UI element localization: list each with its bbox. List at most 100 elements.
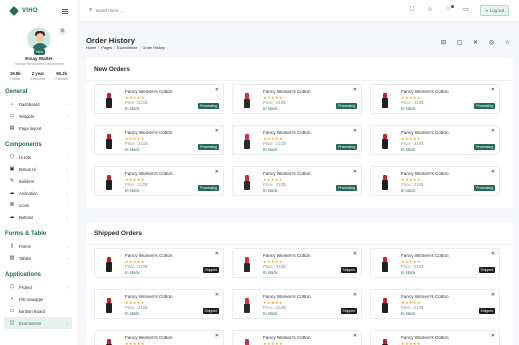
product-image[interactable] xyxy=(381,93,389,108)
order-card[interactable]: Fancy Women's Cotton★★★★★Price : 210$In … xyxy=(232,248,362,278)
star-icon[interactable]: ☆ xyxy=(426,6,435,15)
product-image[interactable] xyxy=(243,298,251,313)
product-image[interactable] xyxy=(105,339,113,345)
product-image[interactable] xyxy=(243,339,251,345)
brand[interactable]: VIHO xyxy=(0,0,78,22)
product-name[interactable]: Fancy Women's Cotton xyxy=(125,335,173,340)
order-card[interactable]: Fancy Women's Cotton★★★★★Price : 210$In … xyxy=(94,330,224,345)
product-image[interactable] xyxy=(381,339,389,345)
sidebar-item-ecommerce[interactable]: ◫ Ecommerce › xyxy=(4,317,72,329)
order-card[interactable]: Fancy Women's Cotton★★★★★Price : 210$In … xyxy=(370,84,500,114)
avatar[interactable] xyxy=(27,27,51,51)
inbox-icon[interactable]: ⊟ xyxy=(440,40,447,47)
close-icon[interactable]: ✕ xyxy=(353,292,357,298)
product-name[interactable]: Fancy Women's Cotton xyxy=(401,171,449,176)
sidebar-item-animation[interactable]: ☁ Animation › xyxy=(0,187,78,199)
sidebar-item-buttons[interactable]: ☁ Buttons › xyxy=(0,211,78,223)
sidebar-scrollbar[interactable] xyxy=(78,270,79,330)
sidebar-item-widgets[interactable]: ▭ Widgets › xyxy=(0,110,78,122)
product-name[interactable]: Fancy Women's Cotton xyxy=(125,89,173,94)
sidebar-item-kanban-board[interactable]: ▭ kanban Board xyxy=(0,305,78,317)
close-icon[interactable]: ✕ xyxy=(491,292,495,298)
close-icon[interactable]: ✕ xyxy=(491,169,495,175)
product-name[interactable]: Fancy Women's Cotton xyxy=(125,171,173,176)
breadcrumb-ecommerce[interactable]: Ecommerce xyxy=(117,46,137,50)
close-icon[interactable]: ✕ xyxy=(215,169,219,175)
message-icon[interactable]: ▭ xyxy=(462,6,471,15)
bell-icon[interactable]: ♢ xyxy=(444,5,454,15)
order-card[interactable]: Fancy Women's Cotton★★★★★Price : 210$In … xyxy=(232,289,362,319)
product-name[interactable]: Fancy Women's Cotton xyxy=(401,335,449,340)
sidebar-item-dashboard[interactable]: ⌂ Dashboard › xyxy=(0,98,78,110)
product-image[interactable] xyxy=(243,175,251,190)
order-card[interactable]: Fancy Women's Cotton★★★★★Price : 210$In … xyxy=(94,248,224,278)
sidebar-item-forms[interactable]: ▯ Forms › xyxy=(0,240,78,252)
product-name[interactable]: Fancy Women's Cotton xyxy=(263,294,311,299)
order-card[interactable]: Fancy Women's Cotton★★★★★Price : 210$In … xyxy=(94,125,224,155)
sidebar-item-bonus-ui[interactable]: ▣ Bonus Ui › xyxy=(0,163,78,175)
product-name[interactable]: Fancy Women's Cotton xyxy=(125,294,173,299)
close-icon[interactable]: ✕ xyxy=(491,128,495,134)
product-name[interactable]: Fancy Women's Cotton xyxy=(263,171,311,176)
product-image[interactable] xyxy=(381,257,389,272)
product-name[interactable]: Fancy Women's Cotton xyxy=(263,335,311,340)
close-icon[interactable]: ✕ xyxy=(215,87,219,93)
close-icon[interactable]: ✕ xyxy=(491,333,495,339)
product-name[interactable]: Fancy Women's Cotton xyxy=(401,294,449,299)
product-name[interactable]: Fancy Women's Cotton xyxy=(401,130,449,135)
product-name[interactable]: Fancy Women's Cotton xyxy=(263,130,311,135)
order-card[interactable]: Fancy Women's Cotton★★★★★Price : 210$In … xyxy=(232,84,362,114)
order-card[interactable]: Fancy Women's Cotton★★★★★Price : 210$In … xyxy=(232,166,362,196)
sidebar-item-project[interactable]: ⬡ Project › xyxy=(0,281,78,293)
order-card[interactable]: Fancy Women's Cotton★★★★★Price : 210$In … xyxy=(370,166,500,196)
product-name[interactable]: Fancy Women's Cotton xyxy=(401,253,449,258)
sidebar-item-file-manager[interactable]: ⑂ File manager xyxy=(0,293,78,305)
order-card[interactable]: Fancy Women's Cotton★★★★★Price : 210$In … xyxy=(370,248,500,278)
sidebar-item-icons[interactable]: ⌘ Icons › xyxy=(0,199,78,211)
fullscreen-icon[interactable]: ⛶ xyxy=(408,6,417,15)
product-name[interactable]: Fancy Women's Cotton xyxy=(401,89,449,94)
order-card[interactable]: Fancy Women's Cotton★★★★★Price : 210$In … xyxy=(232,330,362,345)
search-icon[interactable]: ⌕ xyxy=(89,7,92,14)
breadcrumb-pages[interactable]: Pages xyxy=(101,46,112,50)
close-icon[interactable]: ✕ xyxy=(215,292,219,298)
shuffle-icon[interactable]: ✕ xyxy=(472,40,479,47)
logout-button[interactable]: ⇥ Log out xyxy=(479,5,509,16)
product-image[interactable] xyxy=(381,298,389,313)
breadcrumb-home[interactable]: Home xyxy=(86,46,96,50)
product-image[interactable] xyxy=(105,93,113,108)
product-name[interactable]: Fancy Women's Cotton xyxy=(125,130,173,135)
profile-name[interactable]: Emay Walter xyxy=(0,56,78,61)
close-icon[interactable]: ✕ xyxy=(491,251,495,257)
bookmark-star-icon[interactable]: ☆ xyxy=(504,40,511,47)
instagram-icon[interactable]: ◎ xyxy=(488,40,495,47)
order-card[interactable]: Fancy Women's Cotton★★★★★Price : 210$In … xyxy=(94,289,224,319)
product-image[interactable] xyxy=(105,298,113,313)
product-image[interactable] xyxy=(243,93,251,108)
product-image[interactable] xyxy=(243,134,251,149)
sidebar-item-page-layout[interactable]: ▤ Page layout › xyxy=(0,122,78,134)
close-icon[interactable]: ✕ xyxy=(353,87,357,93)
sidebar-item-builders[interactable]: ✎ Builders › xyxy=(0,175,78,187)
close-icon[interactable]: ✕ xyxy=(353,333,357,339)
settings-icon[interactable]: ⚙ xyxy=(59,28,66,35)
product-image[interactable] xyxy=(105,134,113,149)
sidebar-item-ui-kits[interactable]: ⬡ Ui Kits › xyxy=(0,151,78,163)
product-image[interactable] xyxy=(105,175,113,190)
search-input[interactable] xyxy=(95,8,216,13)
close-icon[interactable]: ✕ xyxy=(353,169,357,175)
order-card[interactable]: Fancy Women's Cotton★★★★★Price : 210$In … xyxy=(94,166,224,196)
product-image[interactable] xyxy=(105,257,113,272)
order-card[interactable]: Fancy Women's Cotton★★★★★Price : 210$In … xyxy=(370,289,500,319)
product-name[interactable]: Fancy Women's Cotton xyxy=(263,89,311,94)
close-icon[interactable]: ✕ xyxy=(215,128,219,134)
order-card[interactable]: Fancy Women's Cotton★★★★★Price : 210$In … xyxy=(370,125,500,155)
sidebar-item-tables[interactable]: ▥ Tables › xyxy=(0,252,78,264)
product-image[interactable] xyxy=(381,134,389,149)
product-image[interactable] xyxy=(243,257,251,272)
chat-icon[interactable]: ▢ xyxy=(456,40,463,47)
close-icon[interactable]: ✕ xyxy=(215,333,219,339)
order-card[interactable]: Fancy Women's Cotton★★★★★Price : 210$In … xyxy=(370,330,500,345)
product-name[interactable]: Fancy Women's Cotton xyxy=(125,253,173,258)
menu-toggle-icon[interactable] xyxy=(62,8,68,14)
